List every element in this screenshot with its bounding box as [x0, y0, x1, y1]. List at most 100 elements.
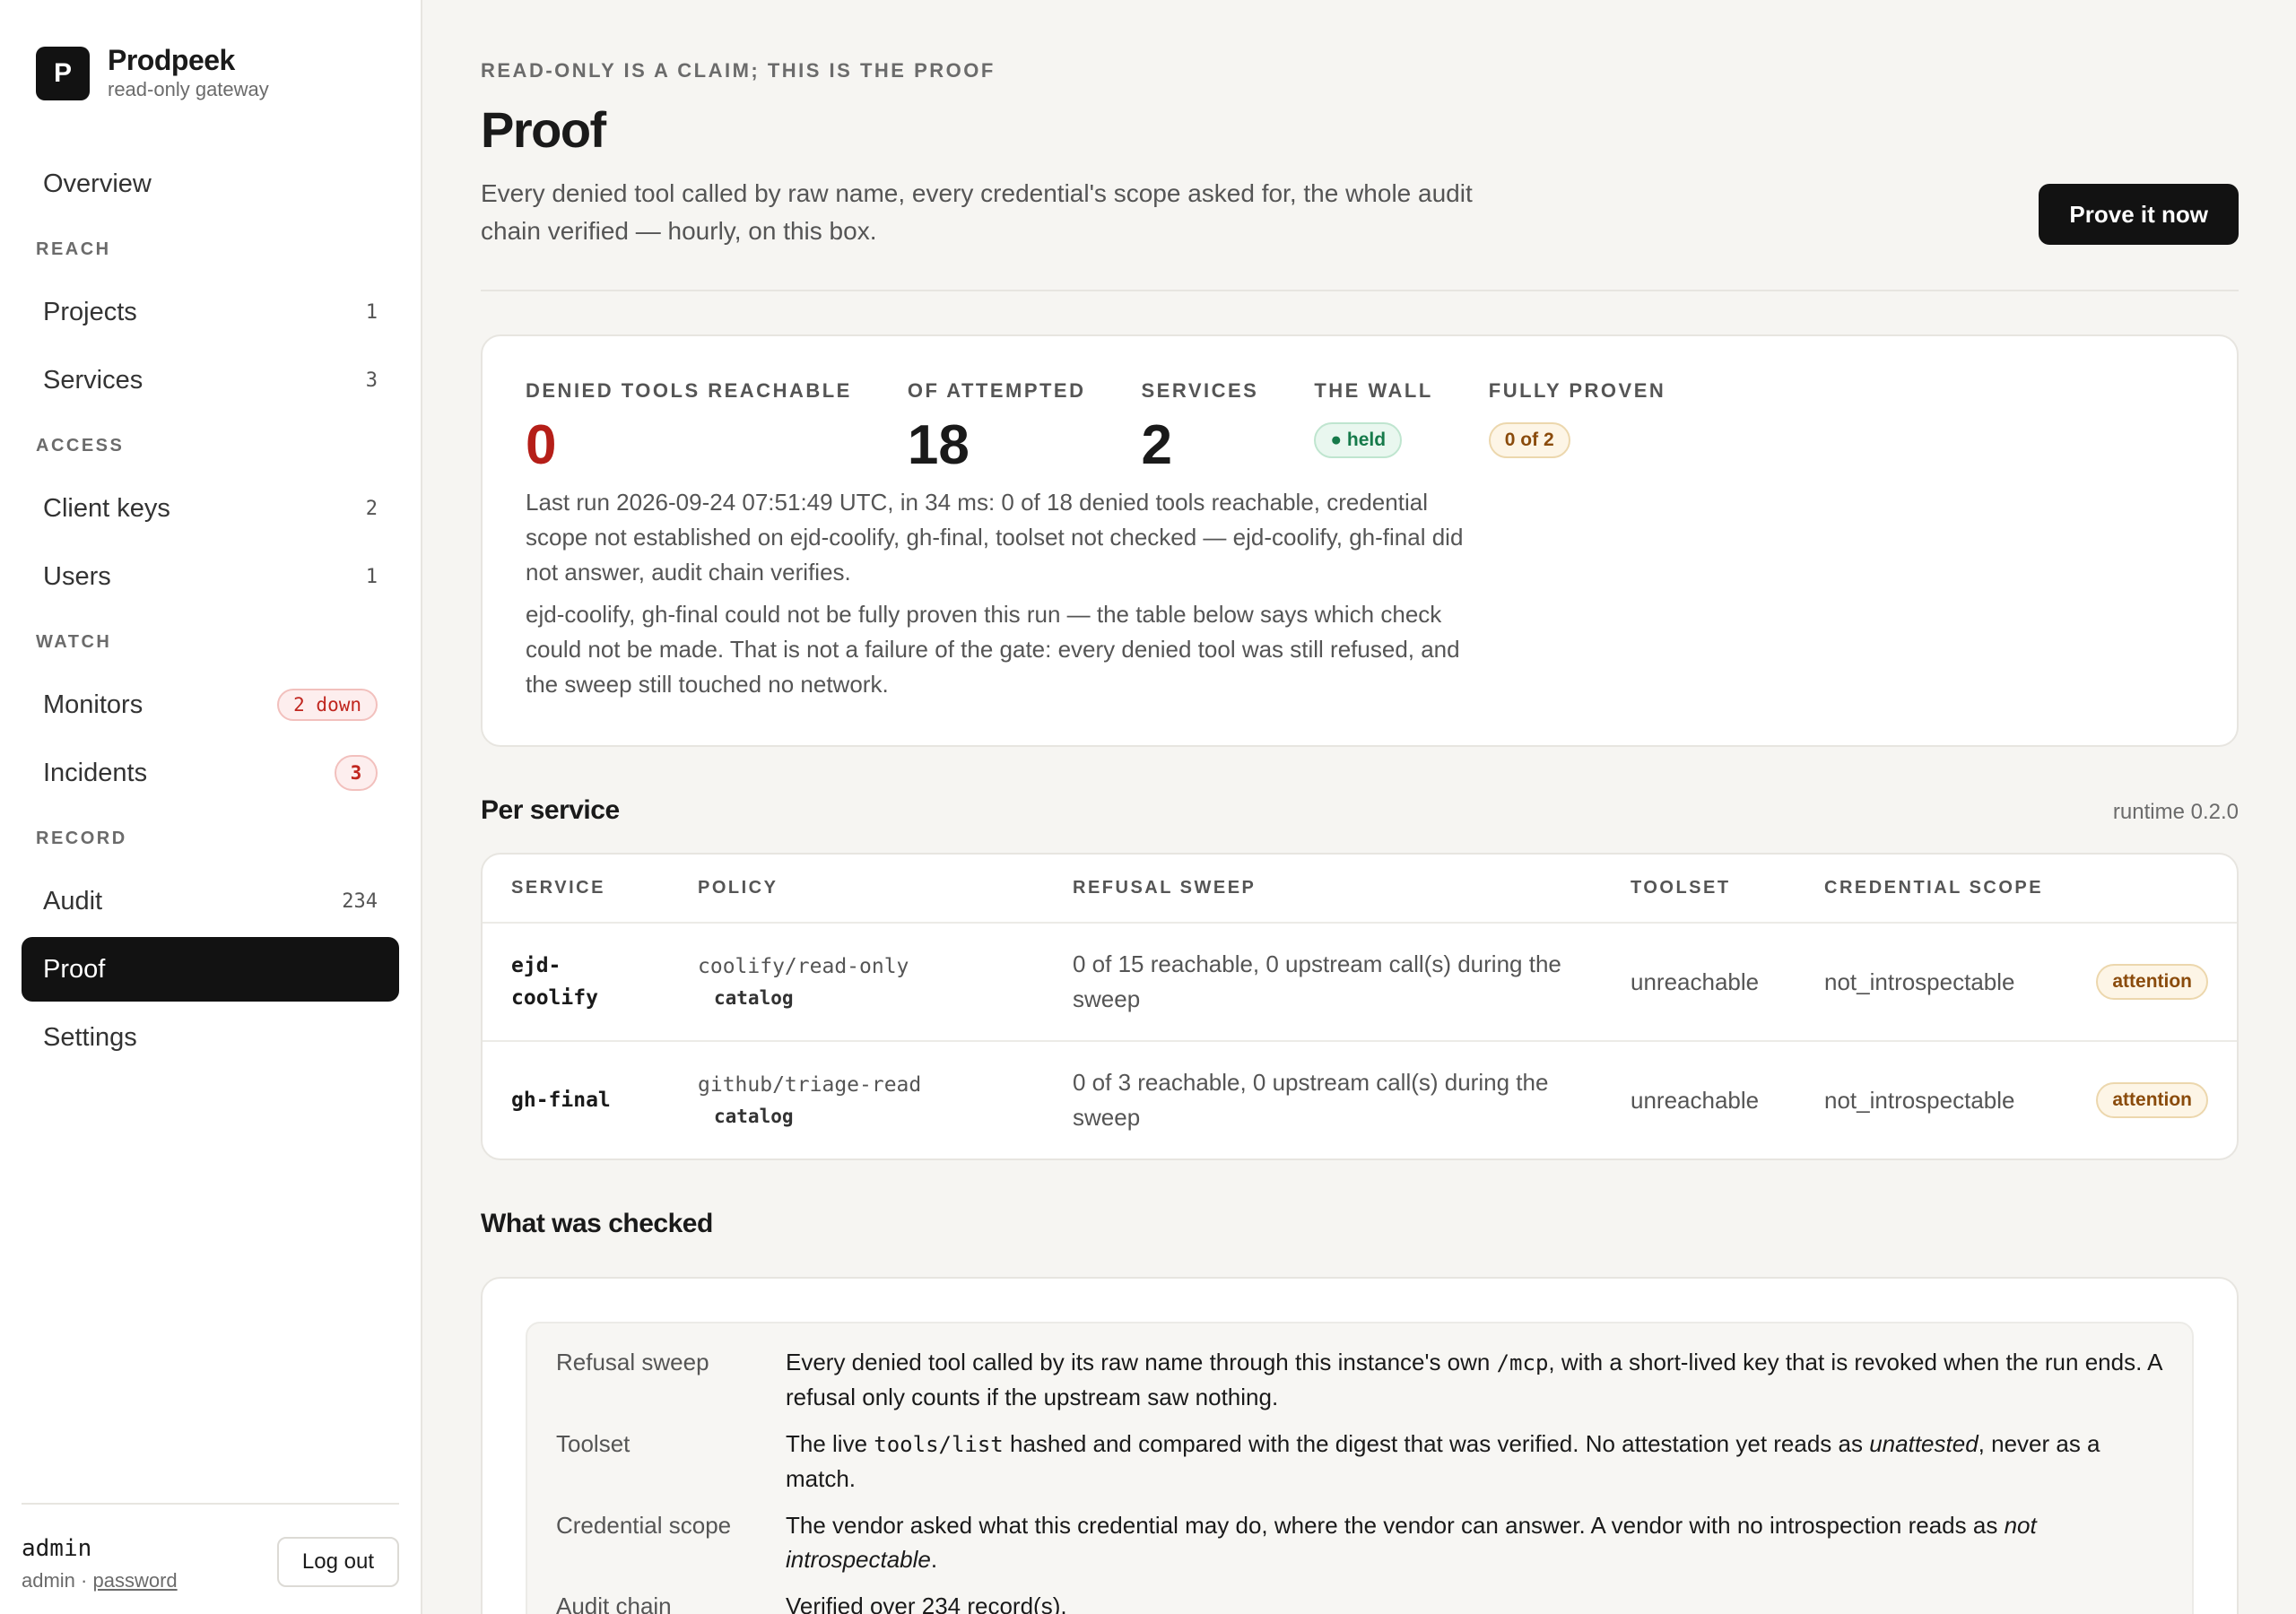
check-value: Verified over 234 record(s).: [786, 1592, 1067, 1614]
sidebar-item-settings[interactable]: Settings: [22, 1005, 399, 1070]
toolset-cell: unreachable: [1631, 968, 1760, 995]
nav-section-reach: REACH: [36, 239, 111, 260]
check-key: Refusal sweep: [556, 1349, 709, 1375]
sidebar-item-client-keys[interactable]: Client keys 2: [22, 476, 399, 541]
stat-value: 0: [526, 414, 557, 476]
what-was-checked-card: Refusal sweep Every denied tool called b…: [481, 1277, 2239, 1614]
sidebar-item-incidents[interactable]: Incidents 3: [22, 741, 399, 805]
check-key: Audit chain: [556, 1592, 672, 1614]
check-text: Every denied tool called by its raw name…: [786, 1349, 1497, 1375]
check-code: /mcp: [1496, 1350, 1549, 1375]
per-service-table: SERVICE POLICY REFUSAL SWEEP TOOLSET CRE…: [483, 855, 2237, 1158]
sidebar-item-services[interactable]: Services 3: [22, 348, 399, 412]
status-badge: attention: [2096, 1082, 2208, 1118]
nav-section-record: RECORD: [36, 829, 127, 849]
sidebar-item-monitors[interactable]: Monitors 2 down: [22, 672, 399, 737]
stat-attempted: OF ATTEMPTED 18: [908, 379, 1086, 476]
credential-scope-cell: not_introspectable: [1824, 968, 2015, 995]
sidebar-item-label: Services: [43, 365, 144, 395]
sidebar-item-audit[interactable]: Audit 234: [22, 869, 399, 933]
service-name[interactable]: ejd-coolify: [511, 950, 619, 1014]
service-name[interactable]: gh-final: [511, 1084, 669, 1116]
brand-subtitle: read-only gateway: [108, 78, 269, 101]
sidebar: P Prodpeek read-only gateway Overview RE…: [0, 0, 422, 1614]
per-service-header: Per service runtime 0.2.0: [481, 795, 2239, 826]
prove-it-now-button[interactable]: Prove it now: [2039, 184, 2239, 245]
password-link[interactable]: password: [92, 1569, 177, 1592]
logout-button[interactable]: Log out: [276, 1537, 399, 1587]
check-value: Every denied tool called by its raw name…: [786, 1345, 2163, 1414]
stat-value: 18: [907, 414, 970, 476]
check-value: The live tools/list hashed and compared …: [786, 1427, 2163, 1496]
brand-name: Prodpeek: [108, 44, 235, 76]
sidebar-item-users[interactable]: Users 1: [22, 544, 399, 609]
per-service-table-card: SERVICE POLICY REFUSAL SWEEP TOOLSET CRE…: [481, 853, 2239, 1160]
column-header: REFUSAL SWEEP: [1044, 855, 1602, 924]
sidebar-item-projects[interactable]: Projects 1: [22, 280, 399, 344]
sidebar-item-overview[interactable]: Overview: [22, 152, 399, 216]
proof-note: ejd-coolify, gh-final could not be fully…: [526, 601, 1460, 698]
check-text: The live: [786, 1430, 874, 1457]
checks-list: Refusal sweep Every denied tool called b…: [526, 1322, 2194, 1614]
fully-proven-badge: 0 of 2: [1488, 422, 1570, 458]
stat-label: OF ATTEMPTED: [907, 379, 1086, 402]
toolset-cell: unreachable: [1602, 1040, 1796, 1158]
what-was-checked-header: What was checked: [481, 1209, 2239, 1239]
check-code: tools/list: [874, 1432, 1004, 1457]
sidebar-item-label: Incidents: [43, 758, 148, 787]
sidebar-item-count: 234: [342, 889, 378, 913]
brand[interactable]: P Prodpeek read-only gateway: [36, 44, 399, 101]
stat-label: SERVICES: [1141, 379, 1259, 402]
sidebar-item-label: Proof: [43, 954, 106, 984]
last-run-summary: Last run 2026-09-24 07:51:49 UTC, in 34 …: [526, 489, 1464, 586]
check-credential-scope: Credential scope The vendor asked what t…: [556, 1508, 2163, 1576]
status-cell: attention: [2061, 923, 2237, 1041]
nav-section-watch: WATCH: [36, 632, 112, 653]
sidebar-item-label: Projects: [43, 297, 137, 326]
sidebar-footer: admin admin · password Log out: [22, 1503, 399, 1592]
sidebar-nav: Overview REACH Projects 1 Services 3 ACC…: [22, 152, 399, 1070]
stat-services: SERVICES 2: [1142, 379, 1259, 476]
page-header: Proof Every denied tool called by raw na…: [481, 82, 2239, 291]
refusal-sweep-cell: 0 of 3 reachable, 0 upstream call(s) dur…: [1044, 1040, 1602, 1158]
sidebar-item-count: 3: [365, 369, 378, 392]
user-role: admin: [22, 1569, 75, 1592]
stat-label: DENIED TOOLS REACHABLE: [526, 379, 852, 402]
stat-fully-proven: FULLY PROVEN 0 of 2: [1488, 379, 1666, 476]
sidebar-item-proof[interactable]: Proof: [22, 937, 399, 1002]
policy-source: catalog: [714, 1106, 794, 1127]
table-header-row: SERVICE POLICY REFUSAL SWEEP TOOLSET CRE…: [483, 855, 2237, 924]
wall-status-badge: ● held: [1314, 422, 1403, 458]
policy-cell: github/triage-read catalog: [669, 1040, 1044, 1158]
incidents-badge: 3: [335, 755, 378, 792]
service-cell: gh-final: [483, 1040, 669, 1158]
column-header: POLICY: [669, 855, 1044, 924]
user-meta: admin · password: [22, 1569, 178, 1592]
main-content: READ-ONLY IS A CLAIM; THIS IS THE PROOF …: [422, 0, 2296, 1614]
check-audit-chain: Audit chain Verified over 234 record(s).: [556, 1589, 2163, 1614]
section-title: What was checked: [481, 1209, 713, 1238]
table-row[interactable]: gh-final github/triage-read catalog 0 of…: [483, 1040, 2237, 1158]
table-row[interactable]: ejd-coolify coolify/read-only catalog 0 …: [483, 923, 2237, 1041]
sidebar-item-label: Settings: [43, 1022, 137, 1052]
status-cell: attention: [2061, 1040, 2237, 1158]
column-header: TOOLSET: [1602, 855, 1796, 924]
check-value: The vendor asked what this credential ma…: [786, 1508, 2163, 1576]
sidebar-item-count: 2: [365, 497, 378, 520]
check-emphasis: unattested: [1869, 1430, 1979, 1457]
monitors-down-badge: 2 down: [277, 689, 378, 722]
check-key: Toolset: [556, 1430, 631, 1457]
column-header-status: [2061, 855, 2237, 924]
check-key: Credential scope: [556, 1512, 732, 1539]
user-meta-separator: ·: [74, 1569, 93, 1592]
check-refusal-sweep: Refusal sweep Every denied tool called b…: [556, 1345, 2163, 1414]
column-header: SERVICE: [483, 855, 669, 924]
column-header: CREDENTIAL SCOPE: [1796, 855, 2061, 924]
stat-value: 2: [1141, 414, 1172, 476]
runtime-version: runtime 0.2.0: [2112, 800, 2239, 824]
sidebar-item-label: Overview: [43, 169, 152, 198]
sidebar-item-count: 1: [365, 300, 378, 324]
stat-label: FULLY PROVEN: [1488, 379, 1666, 402]
status-badge: attention: [2096, 964, 2208, 1000]
page-title: Proof: [481, 101, 606, 158]
